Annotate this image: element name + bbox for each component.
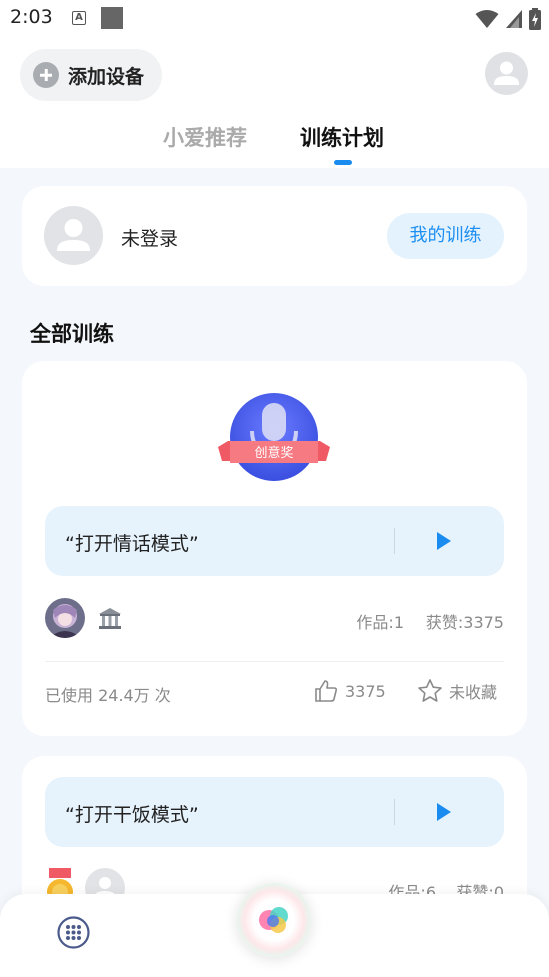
thumbs-up-icon xyxy=(315,680,338,702)
star-icon xyxy=(418,679,442,702)
like-count: 3375 xyxy=(345,681,386,701)
my-training-button[interactable]: 我的训练 xyxy=(387,213,504,259)
tab-training-plan[interactable]: 训练计划 xyxy=(300,122,384,152)
plus-icon xyxy=(33,62,59,88)
anime-avatar-icon xyxy=(45,598,85,638)
phrase-box[interactable]: “打开干饭模式” xyxy=(45,777,504,847)
works-count: 作品:1 xyxy=(356,613,404,632)
battery-icon xyxy=(529,8,541,30)
phrase-text: “打开情话模式” xyxy=(65,533,199,555)
grid-menu-icon[interactable] xyxy=(57,916,90,949)
play-icon[interactable] xyxy=(437,532,451,550)
user-icon xyxy=(494,61,519,85)
section-title: 全部训练 xyxy=(30,322,114,346)
header: 添加设备 小爱推荐 训练计划 xyxy=(0,36,549,168)
notification-icon xyxy=(101,7,123,29)
phrase-divider xyxy=(394,799,395,825)
tab-bar: 小爱推荐 训练计划 xyxy=(0,122,549,168)
author-avatar[interactable] xyxy=(45,598,85,638)
phrase-text: “打开干饭模式” xyxy=(65,804,199,826)
add-device-button[interactable]: 添加设备 xyxy=(20,49,162,101)
favorite-button[interactable]: 未收藏 xyxy=(417,678,497,704)
status-time: 2:03 xyxy=(10,6,53,28)
author-row: 作品:1 获赞:3375 xyxy=(45,596,504,640)
add-device-label: 添加设备 xyxy=(68,65,145,88)
login-avatar xyxy=(44,206,103,265)
status-bar: 2:03 A xyxy=(0,0,549,36)
status-icons xyxy=(475,8,541,30)
login-card[interactable]: 未登录 我的训练 xyxy=(22,186,527,286)
play-icon[interactable] xyxy=(437,803,451,821)
assistant-orb-icon xyxy=(237,883,311,957)
award-badge-icon: 创意奖 xyxy=(218,393,330,481)
signal-icon xyxy=(506,10,522,28)
usage-count: 已使用 24.4万 次 xyxy=(45,686,171,705)
like-button[interactable]: 3375 xyxy=(313,678,386,704)
phrase-divider xyxy=(394,528,395,554)
voice-assistant-button[interactable] xyxy=(237,883,311,957)
user-icon xyxy=(57,219,90,251)
login-status-text: 未登录 xyxy=(121,228,179,250)
phrase-box[interactable]: “打开情话模式” xyxy=(45,506,504,576)
training-card[interactable]: 创意奖 “打开情话模式” 作品:1 获赞:3375 已使用 24.4万 次 33… xyxy=(22,361,527,736)
wifi-icon xyxy=(475,10,499,28)
favorite-status: 未收藏 xyxy=(449,683,498,702)
likes-count: 获赞:3375 xyxy=(425,613,504,632)
keyboard-indicator-icon: A xyxy=(72,11,86,25)
card-divider xyxy=(45,661,504,662)
level-building-icon xyxy=(99,608,121,629)
user-avatar-button[interactable] xyxy=(485,52,528,95)
active-tab-indicator xyxy=(334,160,352,165)
badge-label: 创意奖 xyxy=(254,445,293,461)
tab-recommend[interactable]: 小爱推荐 xyxy=(163,122,247,152)
